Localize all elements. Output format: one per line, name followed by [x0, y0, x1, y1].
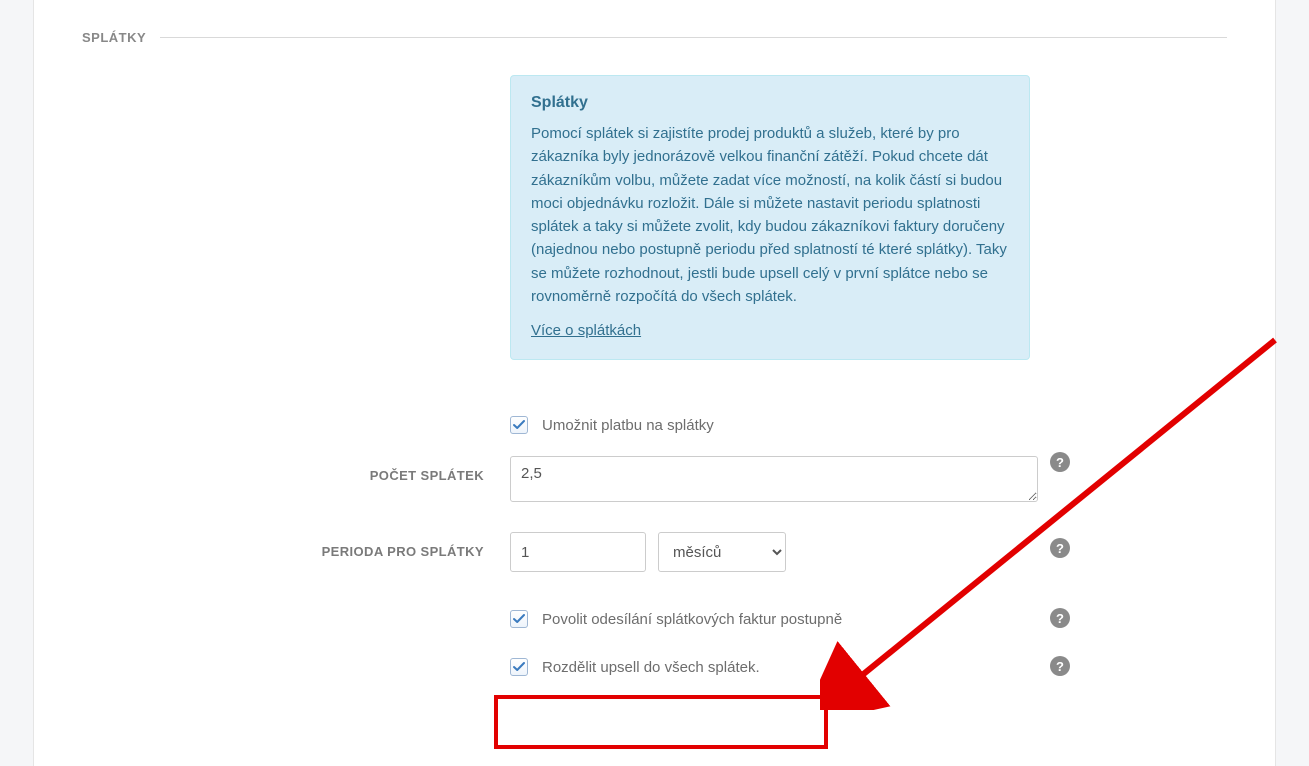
help-icon[interactable]: ? [1050, 608, 1070, 628]
section-divider [160, 37, 1227, 38]
check-icon [513, 661, 525, 673]
section-title: SPLÁTKY [82, 30, 146, 45]
enable-installments-checkbox[interactable] [510, 416, 528, 434]
info-box: Splátky Pomocí splátek si zajistíte prod… [510, 75, 1030, 360]
info-box-link[interactable]: Více o splátkách [531, 322, 641, 339]
split-upsell-checkbox[interactable] [510, 658, 528, 676]
gradual-invoices-checkbox[interactable] [510, 610, 528, 628]
installment-count-input[interactable] [510, 456, 1038, 502]
split-upsell-label: Rozdělit upsell do všech splátek. [542, 659, 760, 676]
section-header: SPLÁTKY [82, 30, 1227, 45]
installment-period-label: PERIODA PRO SPLÁTKY [82, 532, 510, 559]
installment-period-unit-select[interactable]: měsíců [658, 532, 786, 572]
help-icon[interactable]: ? [1050, 452, 1070, 472]
help-icon[interactable]: ? [1050, 656, 1070, 676]
info-box-title: Splátky [531, 94, 1009, 112]
installment-count-label: POČET SPLÁTEK [82, 456, 510, 483]
check-icon [513, 613, 525, 625]
check-icon [513, 419, 525, 431]
settings-panel: SPLÁTKY Splátky Pomocí splátek si zajist… [33, 0, 1276, 766]
gradual-invoices-label: Povolit odesílání splátkových faktur pos… [542, 611, 842, 628]
help-icon[interactable]: ? [1050, 538, 1070, 558]
enable-installments-label: Umožnit platbu na splátky [542, 417, 714, 434]
info-box-text: Pomocí splátek si zajistíte prodej produ… [531, 122, 1009, 308]
installment-period-input[interactable] [510, 532, 646, 572]
